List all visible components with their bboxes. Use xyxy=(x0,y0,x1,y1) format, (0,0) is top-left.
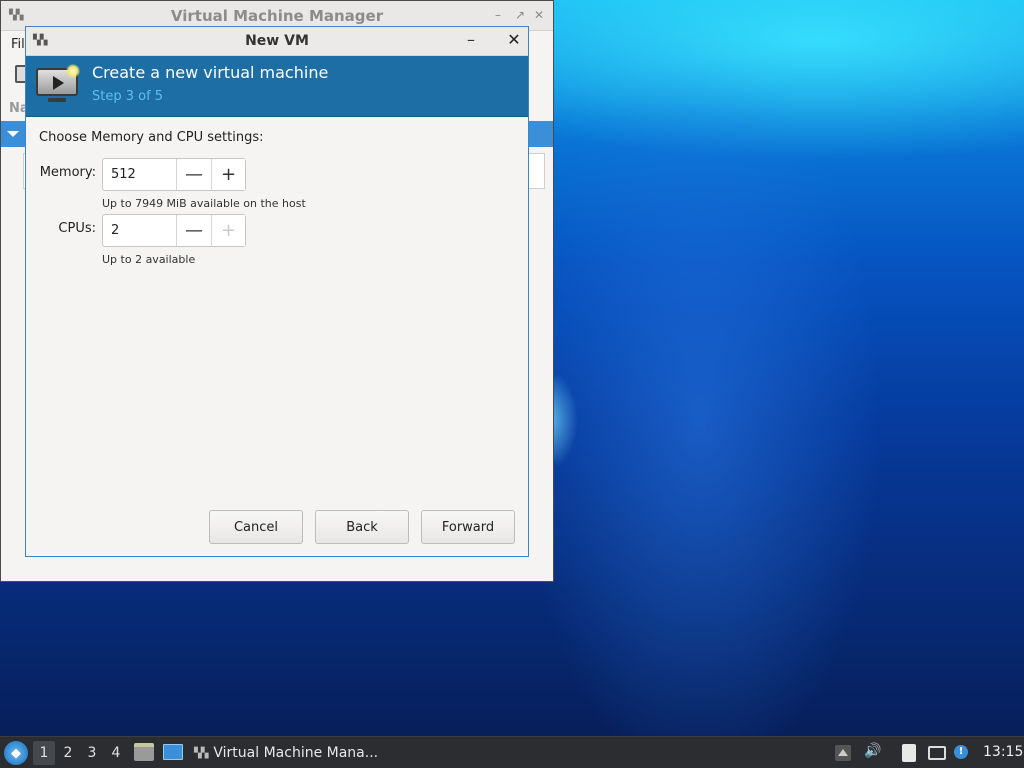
cpus-label: CPUs: xyxy=(58,221,96,236)
vmm-window-title: Virtual Machine Manager xyxy=(170,6,384,25)
notification-icon[interactable]: ! xyxy=(954,745,968,759)
new-vm-app-icon: ▚▚ xyxy=(33,35,47,46)
memory-label: Memory: xyxy=(39,165,96,180)
vmm-minimize-icon[interactable]: – xyxy=(495,8,501,22)
file-manager-icon[interactable] xyxy=(134,743,154,761)
task-label: Virtual Machine Mana... xyxy=(213,745,379,761)
vmm-task-icon: ▚▚ xyxy=(194,747,208,759)
cpus-hint: Up to 2 available xyxy=(102,253,196,266)
memory-increment-button[interactable]: + xyxy=(211,159,245,190)
settings-prompt: Choose Memory and CPU settings: xyxy=(39,130,264,145)
expander-icon[interactable] xyxy=(7,131,19,137)
wizard-step: Step 3 of 5 xyxy=(92,89,164,104)
cpus-decrement-button[interactable]: — xyxy=(177,215,211,246)
memory-decrement-button[interactable]: — xyxy=(177,159,211,190)
new-vm-dialog[interactable]: ▚▚ New VM – ✕ Create a new virtual machi… xyxy=(25,26,529,557)
cpus-input[interactable]: 2 xyxy=(103,215,177,246)
network-icon[interactable] xyxy=(928,746,946,760)
cancel-button[interactable]: Cancel xyxy=(209,510,303,544)
back-button[interactable]: Back xyxy=(315,510,409,544)
taskbar: ◆ 1 2 3 4 ▚▚ Virtual Machine Mana... 🔊 !… xyxy=(0,736,1024,768)
vmm-app-icon: ▚▚ xyxy=(9,10,23,21)
cpus-spinner[interactable]: 2 — + xyxy=(102,214,246,247)
forward-button[interactable]: Forward xyxy=(421,510,515,544)
virtual-machine-icon xyxy=(36,64,80,104)
close-icon[interactable]: ✕ xyxy=(506,30,522,49)
tray-expand-icon[interactable] xyxy=(835,745,851,761)
start-menu-icon[interactable]: ◆ xyxy=(4,741,28,765)
memory-hint: Up to 7949 MiB available on the host xyxy=(102,197,306,210)
workspace-2[interactable]: 2 xyxy=(57,741,79,765)
new-vm-titlebar[interactable]: ▚▚ New VM – ✕ xyxy=(26,27,528,56)
workspace-4[interactable]: 4 xyxy=(105,741,127,765)
vmm-maximize-icon[interactable]: ↗ xyxy=(515,8,525,22)
wizard-header: Create a new virtual machine Step 3 of 5 xyxy=(26,56,528,117)
new-vm-title: New VM xyxy=(245,33,309,49)
cpus-increment-button: + xyxy=(211,215,245,246)
memory-spinner[interactable]: 512 — + xyxy=(102,158,246,191)
minimize-icon[interactable]: – xyxy=(463,30,479,49)
workspace-1[interactable]: 1 xyxy=(33,741,55,765)
clock[interactable]: 13:15 xyxy=(983,744,1023,760)
memory-input[interactable]: 512 xyxy=(103,159,177,190)
volume-icon[interactable]: 🔊 xyxy=(864,743,881,759)
workspace-3[interactable]: 3 xyxy=(81,741,103,765)
vmm-close-icon[interactable]: ✕ xyxy=(534,8,544,22)
wizard-content: Choose Memory and CPU settings: Memory: … xyxy=(26,117,528,557)
clipboard-icon[interactable] xyxy=(902,744,916,762)
task-virtual-machine-manager[interactable]: ▚▚ Virtual Machine Mana... xyxy=(190,737,378,768)
wizard-title: Create a new virtual machine xyxy=(92,63,329,82)
show-desktop-icon[interactable] xyxy=(163,744,183,760)
vmm-menu-file[interactable]: Fil xyxy=(11,37,25,52)
